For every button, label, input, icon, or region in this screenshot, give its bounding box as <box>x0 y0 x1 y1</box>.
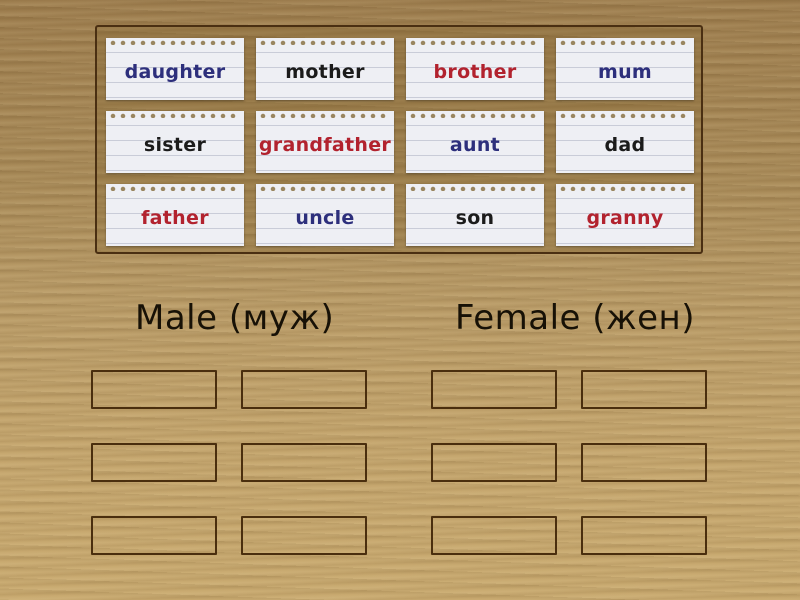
male-drop-slot[interactable] <box>241 370 367 409</box>
female-drop-slot[interactable] <box>431 443 557 482</box>
word-card-label: grandfather <box>258 134 392 156</box>
group-heading-male: Male (муж) <box>135 298 335 338</box>
word-card-label: son <box>455 207 495 229</box>
female-drop-slot[interactable] <box>431 370 557 409</box>
word-card[interactable]: uncle <box>256 184 394 246</box>
word-card[interactable]: mum <box>556 38 694 100</box>
word-card[interactable]: brother <box>406 38 544 100</box>
word-card-label: granny <box>586 207 664 229</box>
word-card[interactable]: father <box>106 184 244 246</box>
word-card[interactable]: daughter <box>106 38 244 100</box>
word-card-label: dad <box>604 134 646 156</box>
word-card-label: mum <box>597 61 653 83</box>
group-heading-female: Female (жен) <box>455 298 696 338</box>
female-drop-slot[interactable] <box>581 443 707 482</box>
male-drop-slot[interactable] <box>241 443 367 482</box>
word-card[interactable]: mother <box>256 38 394 100</box>
word-card[interactable]: grandfather <box>256 111 394 173</box>
male-drop-slot[interactable] <box>241 516 367 555</box>
word-card-label: aunt <box>449 134 501 156</box>
female-drop-slot[interactable] <box>581 370 707 409</box>
word-card-label: mother <box>285 61 365 83</box>
male-drop-slot[interactable] <box>91 443 217 482</box>
male-drop-slot[interactable] <box>91 370 217 409</box>
word-card-label: father <box>141 207 209 229</box>
word-card[interactable]: son <box>406 184 544 246</box>
word-card-label: daughter <box>124 61 226 83</box>
word-card-label: sister <box>143 134 207 156</box>
word-card[interactable]: granny <box>556 184 694 246</box>
word-card-label: brother <box>433 61 517 83</box>
male-drop-slot[interactable] <box>91 516 217 555</box>
word-card[interactable]: aunt <box>406 111 544 173</box>
female-drop-slot[interactable] <box>431 516 557 555</box>
word-card-label: uncle <box>295 207 355 229</box>
word-card[interactable]: sister <box>106 111 244 173</box>
word-card[interactable]: dad <box>556 111 694 173</box>
female-drop-slot[interactable] <box>581 516 707 555</box>
